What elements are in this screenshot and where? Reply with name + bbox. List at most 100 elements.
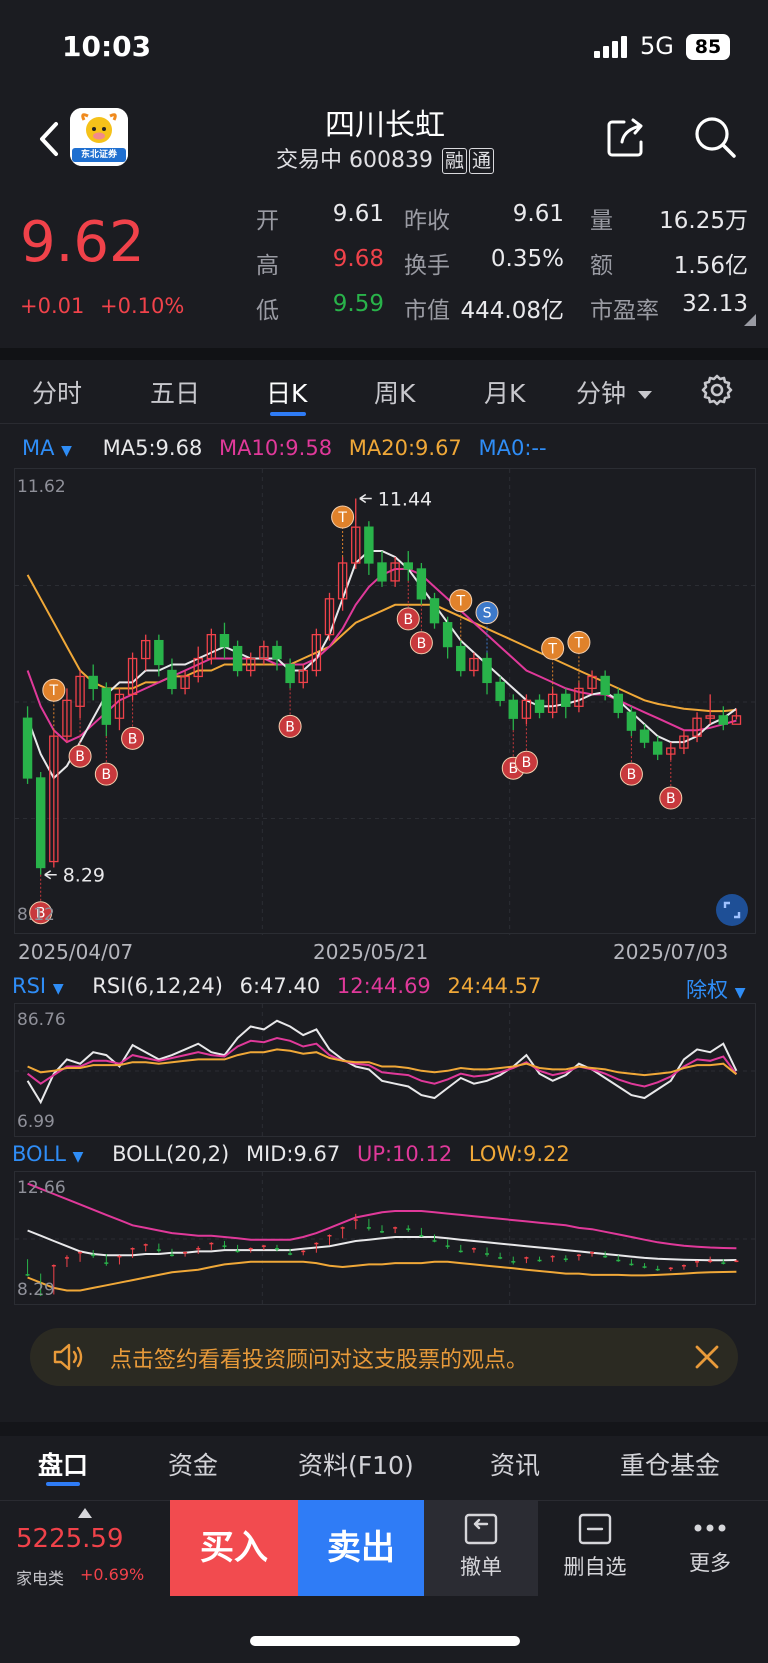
candle [456, 640, 466, 677]
stock-name: 四川长虹 [325, 108, 445, 143]
tab-funds[interactable]: 资金 [168, 1446, 218, 1482]
more-dots-icon [694, 1524, 726, 1532]
tab-f10[interactable]: 资料(F10) [298, 1446, 414, 1482]
adjust-selector[interactable]: 除权 ▼ [686, 974, 745, 1004]
back-button[interactable] [30, 114, 70, 164]
market-cap-value: 444.08亿 [460, 298, 564, 324]
candle [232, 640, 243, 677]
series-line-LOW [27, 1260, 737, 1292]
tab-minute[interactable]: 分钟 [576, 374, 652, 410]
candle-body [639, 729, 650, 743]
trade-marker-label: T [574, 635, 584, 651]
candle-body [272, 645, 282, 660]
adjust-caret-icon: ▼ [734, 985, 746, 1001]
stock-subtitle: 交易中 600839 融通 [250, 142, 520, 174]
candle-body [600, 675, 610, 696]
trade-marker-label: B [285, 719, 295, 735]
tab-intraday[interactable]: 分时 [32, 374, 82, 410]
high-annotation: 11.44 [378, 488, 432, 510]
rsi6-value: 6:47.40 [239, 974, 321, 998]
low-annotation: 8.29 [63, 865, 105, 887]
remove-watchlist-icon [578, 1513, 612, 1545]
candle [574, 682, 584, 713]
rsi-params: RSI(6,12,24) [92, 974, 223, 998]
caret-down-icon [637, 391, 652, 399]
candle [219, 622, 230, 659]
candle [442, 616, 453, 659]
connect-tag: 通 [469, 148, 495, 174]
date-label-start: 2025/04/07 [18, 940, 134, 964]
amount-value: 1.56亿 [673, 253, 748, 279]
candle [206, 628, 217, 665]
candle-body [613, 693, 624, 713]
cancel-order-button[interactable]: 撤单 [424, 1500, 538, 1596]
promo-banner[interactable]: 点击签约看看投资顾问对这支股票的观点。 [30, 1328, 738, 1386]
tab-daily-k[interactable]: 日K [266, 374, 307, 410]
candle [351, 498, 361, 569]
ma20-line [26, 574, 737, 713]
rsi-ymin-label: 6.99 [17, 1112, 55, 1132]
more-button[interactable]: 更多 [652, 1500, 768, 1596]
tab-weekly-k[interactable]: 周K [374, 374, 415, 410]
rsi-legend: RSI ▼ RSI(6,12,24) 6:47.40 12:44.69 24:4… [12, 974, 541, 998]
expand-corner-icon[interactable] [744, 314, 756, 326]
candle [22, 706, 33, 784]
buy-button[interactable]: 买入 [170, 1500, 298, 1596]
candle [613, 688, 624, 719]
date-label-mid: 2025/05/21 [313, 940, 429, 964]
sell-button[interactable]: 卖出 [298, 1500, 424, 1596]
high-label: 高 [256, 253, 279, 279]
share-button[interactable] [604, 116, 648, 160]
rsi-ymax-label: 86.76 [17, 1010, 66, 1030]
tab-news[interactable]: 资讯 [490, 1446, 540, 1482]
network-label: 5G [640, 32, 674, 60]
active-bottom-tab-indicator [46, 1482, 80, 1486]
status-time: 10:03 [62, 30, 152, 63]
candle [324, 592, 335, 641]
boll-selector[interactable]: BOLL ▼ [12, 1142, 83, 1166]
candle-body [364, 526, 374, 564]
volume-label: 量 [590, 208, 613, 234]
bottom-divider [0, 1422, 768, 1436]
search-button[interactable] [692, 114, 738, 160]
rsi-selector[interactable]: RSI ▼ [12, 974, 64, 998]
rsi12-value: 12:44.69 [336, 974, 431, 998]
kline-chart[interactable]: 11.44 8.29 B T B B B B T B B T S B B T T B B 11.62 8.12 [14, 468, 757, 935]
kline-ymax-label: 11.62 [17, 477, 66, 497]
tab-five-day[interactable]: 五日 [150, 374, 200, 410]
logo-text: 东北证券 [80, 150, 117, 160]
tabs-divider [0, 423, 768, 424]
tab-monthly-k[interactable]: 月K [484, 374, 525, 410]
trading-status: 交易中 [275, 148, 342, 173]
trade-marker-label: T [337, 510, 347, 526]
fullscreen-icon[interactable] [715, 893, 749, 927]
volume-value: 16.25万 [659, 208, 748, 234]
active-tab-indicator [270, 412, 306, 416]
ma-selector[interactable]: MA ▼ [22, 436, 72, 460]
candle-body [718, 715, 729, 725]
kline-ymin-label: 8.12 [17, 905, 55, 925]
high-annotation-arrow [359, 493, 372, 504]
boll-chart[interactable]: 12.66 8.29 [14, 1171, 757, 1306]
rsi-chart[interactable]: 86.76 6.99 [14, 1003, 757, 1138]
rsi24-value: 24:44.57 [447, 974, 542, 998]
candle-body [22, 717, 33, 779]
remove-watchlist-button[interactable]: 删自选 [538, 1500, 652, 1596]
candle-body [456, 645, 466, 672]
sector-index-value[interactable]: 5225.59 [16, 1524, 124, 1554]
candle [482, 652, 492, 695]
candle [403, 551, 413, 581]
tab-order-book[interactable]: 盘口 [38, 1446, 88, 1482]
close-icon[interactable] [694, 1344, 720, 1370]
low-label: 低 [256, 298, 279, 324]
candle-body [167, 669, 177, 690]
gear-icon[interactable] [700, 373, 734, 407]
trade-marker-label: B [128, 731, 138, 747]
rsi-svg [15, 1004, 757, 1138]
candle [508, 694, 518, 731]
candle [140, 634, 151, 671]
tab-fund-holdings[interactable]: 重仓基金 [620, 1446, 720, 1482]
candle-body [482, 657, 492, 684]
candle-body [416, 568, 427, 600]
trade-marker-label: T [455, 594, 465, 610]
